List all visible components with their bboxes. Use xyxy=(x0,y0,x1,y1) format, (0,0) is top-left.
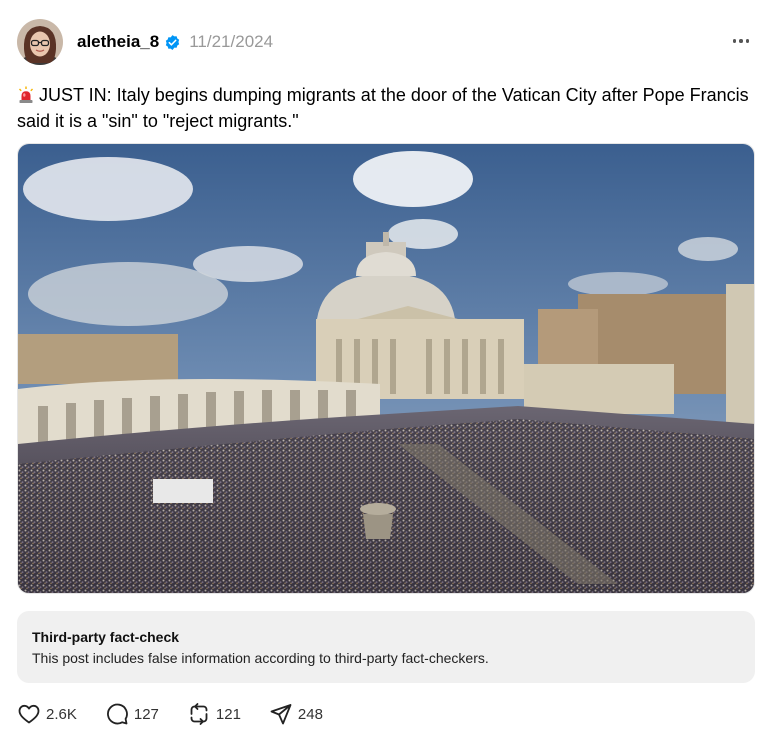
repost-button[interactable]: 121 xyxy=(187,702,241,726)
verified-badge-icon xyxy=(164,34,181,51)
like-button[interactable]: 2.6K xyxy=(17,702,77,726)
post-actions: 2.6K 127 121 248 xyxy=(17,699,351,729)
post-header: aletheia_8 11/21/2024 xyxy=(17,17,757,67)
reply-button[interactable]: 127 xyxy=(105,702,159,726)
fact-check-panel[interactable]: Third-party fact-check This post include… xyxy=(17,611,755,683)
more-dot xyxy=(732,39,737,43)
fact-check-title: Third-party fact-check xyxy=(32,629,180,645)
send-icon xyxy=(269,702,293,726)
post-text: JUST IN: Italy begins dumping migrants a… xyxy=(17,82,752,134)
reply-count: 127 xyxy=(133,705,159,723)
username[interactable]: aletheia_8 xyxy=(77,32,159,52)
more-dot xyxy=(739,39,743,43)
more-dot xyxy=(745,39,750,43)
comment-icon xyxy=(105,702,129,726)
share-count: 248 xyxy=(297,705,323,723)
post-image[interactable] xyxy=(17,143,755,594)
share-button[interactable]: 248 xyxy=(269,702,323,726)
like-count: 2.6K xyxy=(46,705,77,723)
post-timestamp[interactable]: 11/21/2024 xyxy=(189,32,273,52)
more-options-button[interactable] xyxy=(727,31,755,51)
heart-icon xyxy=(17,702,41,726)
repost-count: 121 xyxy=(215,705,241,723)
police-siren-icon xyxy=(17,85,35,103)
avatar[interactable] xyxy=(17,19,63,65)
post-body-text: JUST IN: Italy begins dumping migrants a… xyxy=(17,85,749,131)
fact-check-body: This post includes false information acc… xyxy=(32,650,489,666)
repost-icon xyxy=(187,702,211,726)
